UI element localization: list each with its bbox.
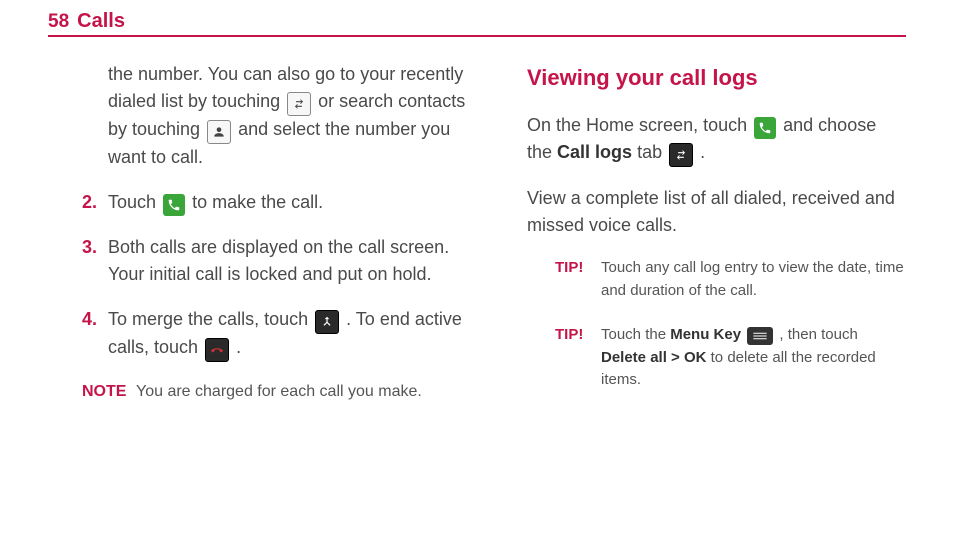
text: Touch the: [601, 326, 670, 343]
step-3: 3. Both calls are displayed on the call …: [108, 234, 487, 288]
call-logs-desc: View a complete list of all dialed, rece…: [527, 185, 906, 239]
delete-all-label: Delete all > OK: [601, 349, 706, 366]
text: To merge the calls, touch: [108, 309, 313, 329]
step-4: 4. To merge the calls, touch . To end ac…: [108, 306, 487, 362]
page-title: Calls: [77, 10, 125, 33]
note: NOTE You are charged for each call you m…: [82, 380, 487, 404]
step-number: 4.: [82, 306, 108, 362]
contact-icon: [207, 120, 231, 144]
call-logs-tab-icon: [669, 143, 693, 167]
note-text: You are charged for each call you make.: [136, 380, 487, 404]
tip-text: Touch the Menu Key , then touch Delete a…: [601, 324, 906, 392]
note-label: NOTE: [82, 380, 136, 404]
step-body: Touch to make the call.: [108, 189, 487, 216]
page-header: 58 Calls: [48, 10, 906, 37]
tip-label: TIP!: [555, 324, 601, 392]
text: to make the call.: [192, 192, 323, 212]
column-left: the number. You can also go to your rece…: [48, 61, 487, 414]
text: .: [236, 337, 241, 357]
merge-calls-icon: [315, 310, 339, 334]
intro-paragraph: the number. You can also go to your rece…: [108, 61, 487, 171]
tip-text: Touch any call log entry to view the dat…: [601, 257, 906, 302]
end-call-icon: [205, 338, 229, 362]
swap-calls-icon: [287, 92, 311, 116]
text: On the Home screen, touch: [527, 115, 752, 135]
phone-icon: [754, 117, 776, 139]
call-logs-label: Call logs: [557, 142, 632, 162]
text: .: [700, 142, 705, 162]
tip-1: TIP! Touch any call log entry to view th…: [555, 257, 906, 302]
menu-key-icon: [747, 327, 773, 345]
text: tab: [637, 142, 667, 162]
tip-2: TIP! Touch the Menu Key , then touch Del…: [555, 324, 906, 392]
menu-key-label: Menu Key: [670, 326, 745, 343]
step-number: 2.: [82, 189, 108, 216]
step-number: 3.: [82, 234, 108, 288]
section-title: Viewing your call logs: [527, 61, 906, 94]
step-2: 2. Touch to make the call.: [108, 189, 487, 216]
manual-page: 58 Calls the number. You can also go to …: [0, 0, 954, 434]
call-logs-intro: On the Home screen, touch and choose the…: [527, 112, 906, 167]
step-body: Both calls are displayed on the call scr…: [108, 234, 487, 288]
column-right: Viewing your call logs On the Home scree…: [527, 61, 906, 414]
step-body: To merge the calls, touch . To end activ…: [108, 306, 487, 362]
page-number: 58: [48, 11, 69, 33]
tip-label: TIP!: [555, 257, 601, 302]
phone-icon: [163, 194, 185, 216]
text: , then touch: [779, 326, 857, 343]
text: Touch: [108, 192, 161, 212]
content-columns: the number. You can also go to your rece…: [48, 61, 906, 414]
